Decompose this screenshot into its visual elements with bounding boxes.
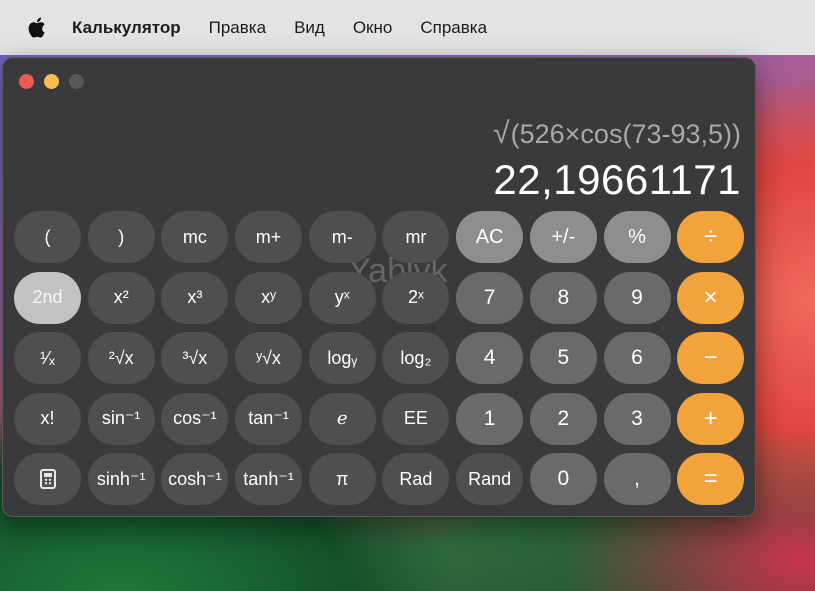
square-key[interactable]: x² (87, 271, 155, 324)
memory-clear-key[interactable]: mc (161, 211, 229, 263)
menu-window[interactable]: Окно (353, 18, 393, 38)
menu-view[interactable]: Вид (294, 18, 325, 38)
memory-recall-key[interactable]: mr (382, 211, 450, 263)
digit-1-key[interactable]: 1 (456, 392, 524, 445)
y-power-x-key[interactable]: yˣ (308, 271, 376, 324)
y-root-key[interactable]: ʸ√x (235, 332, 303, 384)
multiply-key[interactable]: × (677, 271, 745, 324)
digit-8-key[interactable]: 8 (529, 271, 597, 324)
minimize-window-button[interactable] (44, 74, 59, 89)
zoom-window-button[interactable] (69, 74, 84, 89)
subtract-key[interactable]: − (677, 332, 745, 384)
x-power-y-key[interactable]: xʸ (235, 271, 303, 324)
arccosh-key[interactable]: cosh⁻¹ (161, 453, 229, 505)
two-power-x-key[interactable]: 2ˣ (382, 271, 450, 324)
menu-bar: Калькулятор Правка Вид Окно Справка (0, 0, 815, 55)
rad-key[interactable]: Rad (382, 453, 450, 505)
close-window-button[interactable] (19, 74, 34, 89)
expression-text: (526×cos(73-93,5)) (510, 118, 741, 149)
all-clear-key[interactable]: AC (456, 211, 524, 263)
pi-key[interactable]: π (308, 453, 376, 505)
keypad: ( ) mc m+ m- mr AC +/- % ÷ 2nd x² x³ xʸ … (14, 211, 745, 505)
close-paren-key[interactable]: ) (87, 211, 155, 263)
arctan-key[interactable]: tan⁻¹ (235, 392, 303, 445)
add-key[interactable]: + (677, 392, 745, 445)
arcsin-key[interactable]: sin⁻¹ (87, 392, 155, 445)
reciprocal-key[interactable]: ¹⁄ₓ (14, 332, 81, 384)
expression-display: √ (526×cos(73-93,5)) (493, 116, 741, 152)
digit-5-key[interactable]: 5 (529, 332, 597, 384)
apple-icon[interactable] (26, 16, 48, 40)
memory-subtract-key[interactable]: m- (308, 211, 376, 263)
digit-3-key[interactable]: 3 (603, 392, 671, 445)
calculator-icon (39, 469, 56, 489)
log-y-key[interactable]: logᵧ (308, 332, 376, 384)
rand-key[interactable]: Rand (456, 453, 524, 505)
decimal-comma-key[interactable]: , (603, 453, 671, 505)
second-function-key[interactable]: 2nd (14, 271, 81, 324)
digit-6-key[interactable]: 6 (603, 332, 671, 384)
cube-root-key[interactable]: ³√x (161, 332, 229, 384)
digit-4-key[interactable]: 4 (456, 332, 524, 384)
digit-7-key[interactable]: 7 (456, 271, 524, 324)
menu-app-name[interactable]: Калькулятор (72, 18, 181, 38)
arccos-key[interactable]: cos⁻¹ (161, 392, 229, 445)
sign-toggle-key[interactable]: +/- (529, 211, 597, 263)
digit-0-key[interactable]: 0 (529, 453, 597, 505)
menu-edit[interactable]: Правка (209, 18, 266, 38)
exponent-key[interactable]: EE (382, 392, 450, 445)
factorial-key[interactable]: x! (14, 392, 81, 445)
divide-key[interactable]: ÷ (677, 211, 745, 263)
euler-key[interactable]: e (308, 392, 376, 445)
arctanh-key[interactable]: tanh⁻¹ (235, 453, 303, 505)
cube-key[interactable]: x³ (161, 271, 229, 324)
calculator-mode-key[interactable] (14, 453, 81, 505)
calculator-window: √ (526×cos(73-93,5)) 22,19661171 Yablyk … (2, 57, 756, 517)
digit-9-key[interactable]: 9 (603, 271, 671, 324)
percent-key[interactable]: % (603, 211, 671, 263)
arcsinh-key[interactable]: sinh⁻¹ (87, 453, 155, 505)
square-root-key[interactable]: ²√x (87, 332, 155, 384)
result-display: 22,19661171 (493, 156, 741, 203)
square-root-icon: √ (493, 117, 510, 150)
open-paren-key[interactable]: ( (14, 211, 81, 263)
log-2-key[interactable]: log₂ (382, 332, 450, 384)
digit-2-key[interactable]: 2 (529, 392, 597, 445)
equals-key[interactable]: = (677, 453, 745, 505)
menu-help[interactable]: Справка (420, 18, 487, 38)
memory-add-key[interactable]: m+ (235, 211, 303, 263)
